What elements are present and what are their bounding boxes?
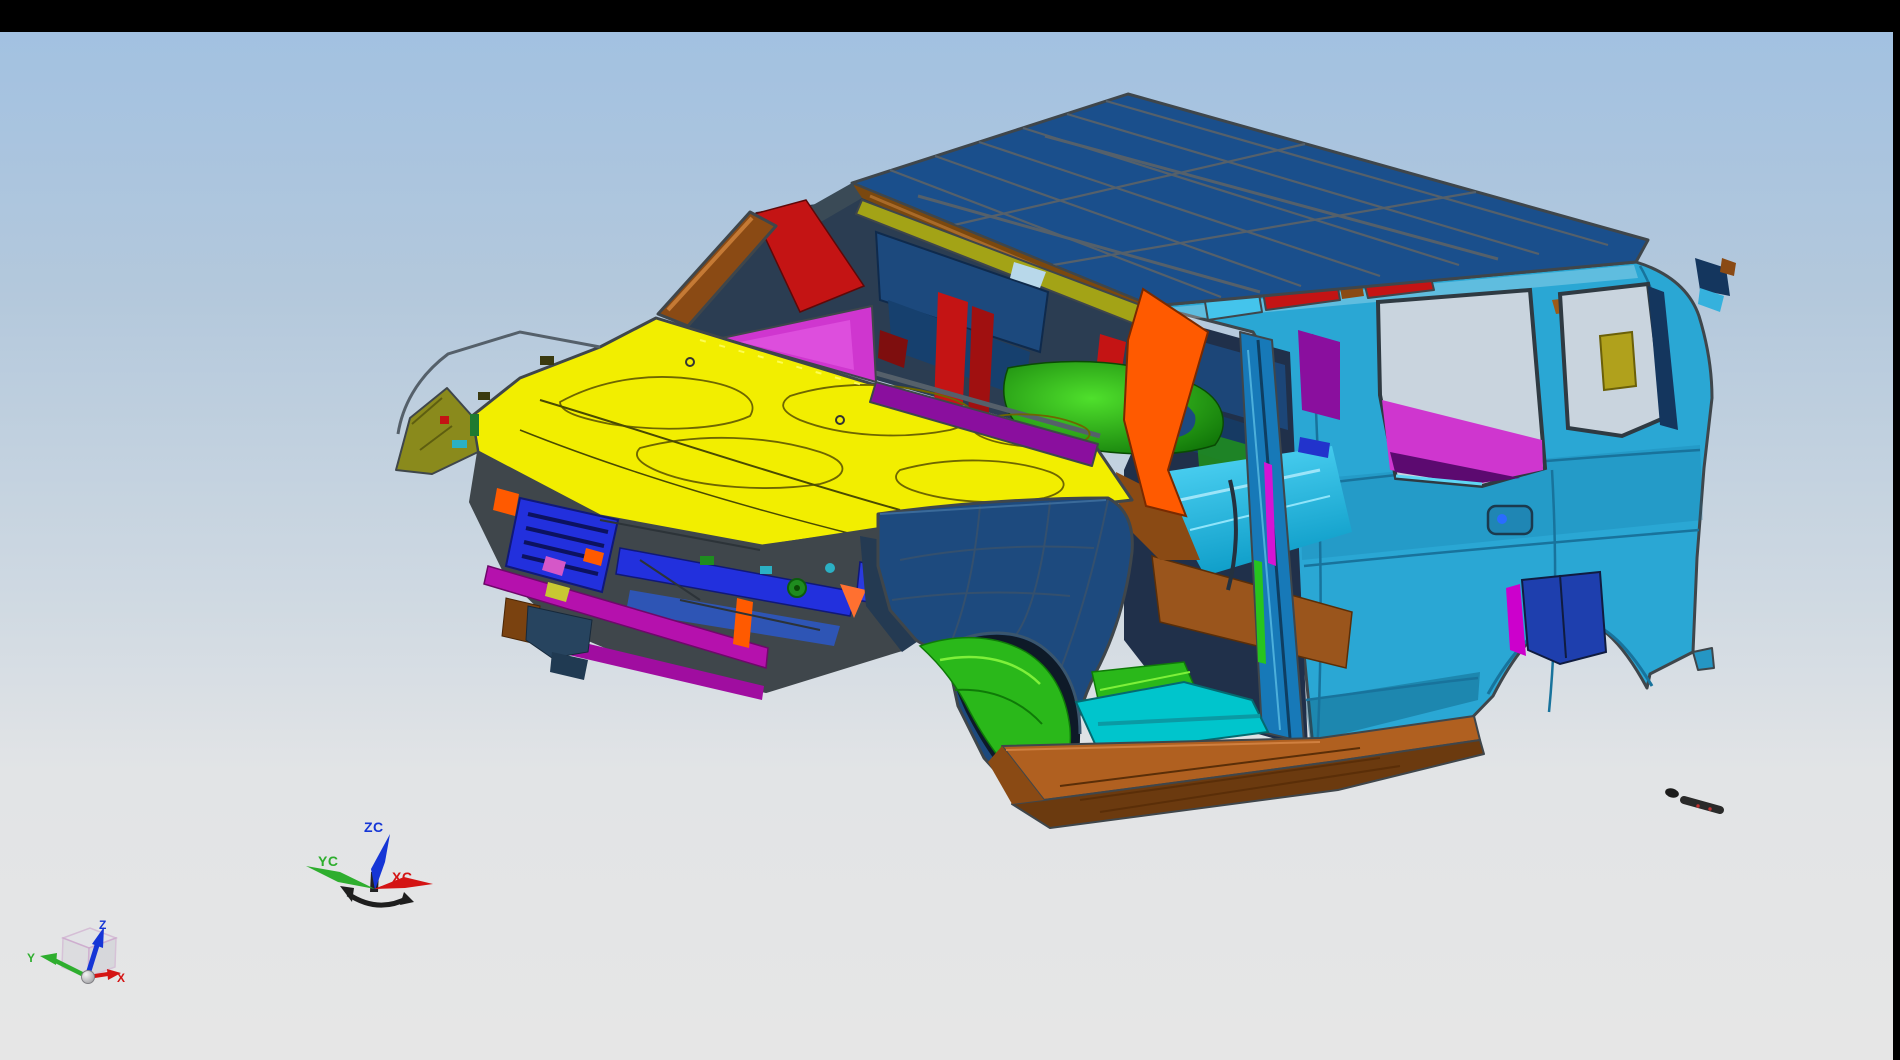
top-black-bar xyxy=(0,0,1900,32)
view-y-label: Y xyxy=(27,951,35,965)
window-bracket xyxy=(1600,332,1636,390)
wcs-xc-label: XC xyxy=(392,869,412,885)
cad-3d-viewport[interactable]: ZC YC XC Z Y X xyxy=(0,0,1900,1060)
right-black-bar xyxy=(1893,0,1900,1060)
quarter-window[interactable] xyxy=(1560,284,1678,436)
interior-purple-trim xyxy=(1298,330,1340,420)
handle-glint xyxy=(1497,514,1507,524)
wcs-zc-label: ZC xyxy=(364,819,384,835)
tip-red-dot xyxy=(440,416,449,424)
rear-door-window[interactable] xyxy=(1378,290,1545,486)
quarter-bottom-tab xyxy=(1693,648,1714,670)
wcs-yc-label: YC xyxy=(318,853,338,869)
application-window: ZC YC XC Z Y X xyxy=(0,0,1900,1060)
debris-red-dot2 xyxy=(1708,807,1711,810)
view-z-label: Z xyxy=(99,918,106,932)
mount-center xyxy=(794,585,800,591)
tip-green-strip xyxy=(470,414,479,436)
view-origin-sphere[interactable] xyxy=(82,971,95,984)
tip-teal-dot xyxy=(452,440,467,448)
view-x-label: X xyxy=(117,971,125,985)
door-handle[interactable] xyxy=(1488,506,1532,534)
debris-red-dot xyxy=(1696,804,1699,807)
